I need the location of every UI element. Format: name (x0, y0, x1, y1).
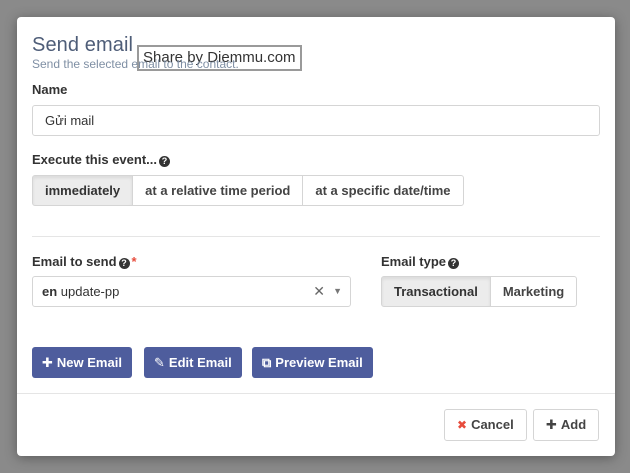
chevron-down-icon[interactable]: ▼ (333, 277, 342, 306)
email-select-value: update-pp (60, 284, 120, 299)
execute-option-specific[interactable]: at a specific date/time (302, 175, 464, 206)
cancel-label: Cancel (471, 417, 514, 432)
modal-subtitle: Send the selected email to the contact. (32, 57, 239, 71)
external-link-icon: ⧉ (262, 355, 272, 370)
execute-option-relative[interactable]: at a relative time period (132, 175, 304, 206)
add-label: Add (560, 417, 587, 432)
execute-label-text: Execute this event... (32, 152, 157, 167)
execute-option-immediately[interactable]: immediately (32, 175, 134, 206)
new-email-label: New Email (56, 355, 122, 370)
help-icon[interactable]: ? (448, 258, 460, 269)
edit-icon: ✎ (154, 355, 165, 370)
preview-email-label: Preview Email (275, 355, 363, 370)
email-type-label: Email type? (381, 254, 460, 269)
help-icon[interactable]: ? (159, 156, 170, 167)
clear-icon[interactable]: ✕ (313, 277, 325, 306)
new-email-button[interactable]: ✚ New Email (32, 347, 132, 378)
preview-email-button[interactable]: ⧉ Preview Email (252, 347, 373, 378)
name-label: Name (32, 82, 68, 97)
footer-divider (17, 393, 615, 394)
required-marker: * (131, 254, 137, 269)
name-input[interactable]: Gửi mail (32, 105, 600, 136)
section-divider (32, 236, 600, 237)
plus-icon: ✚ (42, 355, 53, 370)
email-type-marketing[interactable]: Marketing (489, 276, 578, 307)
email-to-send-label-text: Email to send (32, 254, 117, 269)
email-select[interactable]: en update-pp ✕ ▼ (32, 276, 351, 307)
email-lang-prefix: en (42, 284, 58, 299)
plus-icon: ✚ (546, 417, 557, 432)
edit-email-label: Edit Email (168, 355, 232, 370)
name-input-value: Gửi mail (45, 113, 95, 128)
cancel-button[interactable]: ✖ Cancel (444, 409, 527, 441)
send-email-modal: Send email Share by Diemmu.com Send the … (17, 17, 615, 456)
edit-email-button[interactable]: ✎ Edit Email (144, 347, 242, 378)
modal-title: Send email (32, 34, 134, 56)
email-to-send-label: Email to send? * (32, 254, 137, 269)
email-type-options: Transactional Marketing (381, 276, 578, 307)
email-type-transactional[interactable]: Transactional (381, 276, 491, 307)
execute-options: immediately at a relative time period at… (32, 175, 464, 206)
email-type-label-text: Email type (381, 254, 447, 269)
add-button[interactable]: ✚ Add (533, 409, 600, 441)
help-icon[interactable]: ? (118, 258, 130, 269)
execute-label: Execute this event...? (32, 152, 170, 167)
close-icon: ✖ (457, 418, 468, 432)
